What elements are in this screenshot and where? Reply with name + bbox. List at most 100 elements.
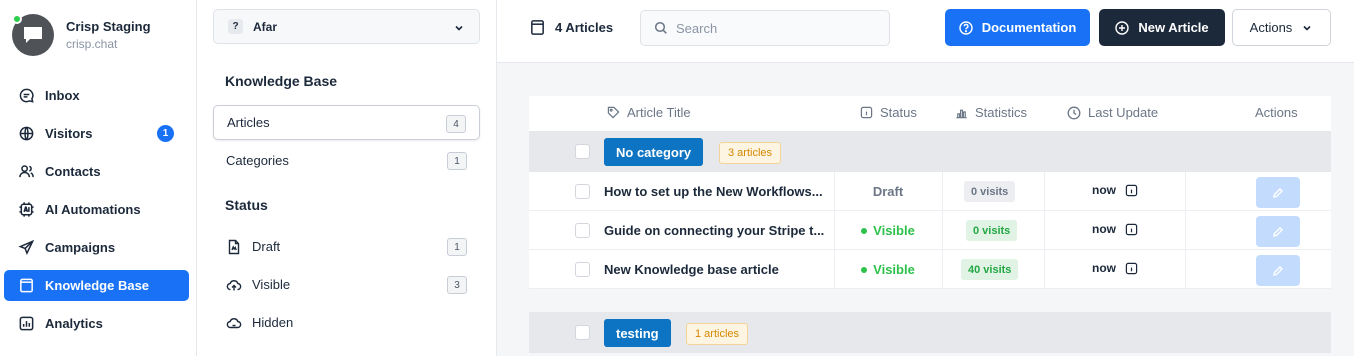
table-row[interactable]: New Knowledge base article Visible 40 vi… <box>529 250 1331 289</box>
language-select[interactable]: ? Afar <box>213 9 480 44</box>
actions-dropdown-button[interactable]: Actions <box>1232 9 1331 46</box>
edit-article-button[interactable] <box>1256 216 1300 247</box>
article-title[interactable]: New Knowledge base article <box>604 262 830 277</box>
info-square-icon[interactable] <box>1125 262 1138 275</box>
visitors-count-badge: 1 <box>157 125 174 142</box>
last-update: now <box>1092 222 1138 236</box>
category-tag[interactable]: testing <box>604 319 671 347</box>
nav-item-ai-automations[interactable]: AI Automations <box>4 194 189 225</box>
new-article-button[interactable]: New Article <box>1099 9 1225 46</box>
nav-item-campaigns[interactable]: Campaigns <box>4 232 189 263</box>
edit-article-button[interactable] <box>1256 255 1300 286</box>
knowledge-base-panel: ? Afar Knowledge Base Articles 4 Categor… <box>197 0 497 356</box>
nav-item-inbox[interactable]: Inbox <box>4 80 189 111</box>
panel-item-hidden[interactable]: Hidden <box>213 305 480 340</box>
table-header: Article Title Status Statistics Last Upd… <box>529 96 1331 131</box>
panel-item-label: Visible <box>252 277 291 292</box>
panel-item-articles[interactable]: Articles 4 <box>213 105 480 140</box>
cloud-hidden-icon <box>226 317 242 328</box>
panel-item-label: Categories <box>226 153 289 168</box>
category-article-count: 3 articles <box>719 142 782 164</box>
send-icon <box>18 239 35 256</box>
panel-item-label: Hidden <box>252 315 294 330</box>
panel-item-draft[interactable]: Draft 1 <box>213 229 480 264</box>
search-icon <box>654 21 667 34</box>
book-icon <box>20 278 33 293</box>
article-title[interactable]: Guide on connecting your Stripe t... <box>604 223 830 238</box>
row-checkbox[interactable] <box>575 223 590 238</box>
articles-count-label: 4 Articles <box>555 20 614 35</box>
nav-label: Contacts <box>45 164 101 179</box>
status-label: Visible <box>873 262 915 277</box>
workspace-switcher[interactable]: Crisp Staging crisp.chat <box>12 14 151 56</box>
language-flag-icon: ? <box>228 19 243 34</box>
workspace-name: Crisp Staging <box>66 19 151 34</box>
nav-label: AI Automations <box>45 202 141 217</box>
category-article-count: 1 articles <box>686 323 749 345</box>
category-group-header: testing 1 articles <box>529 312 1331 353</box>
nav-item-knowledge-base[interactable]: Knowledge Base <box>4 270 189 301</box>
status-visible: Visible <box>835 211 941 250</box>
visible-dot <box>861 227 868 234</box>
book-icon <box>531 20 544 35</box>
globe-icon <box>19 126 34 141</box>
group-checkbox[interactable] <box>575 325 590 340</box>
nav-item-contacts[interactable]: Contacts <box>4 156 189 187</box>
help-circle-icon <box>958 20 973 35</box>
search-input[interactable]: Search <box>640 10 890 46</box>
file-draft-icon <box>228 239 240 254</box>
col-last-update[interactable]: Last Update <box>1067 105 1158 120</box>
documentation-button[interactable]: Documentation <box>945 9 1090 46</box>
column-divider <box>1044 250 1045 289</box>
col-label: Status <box>880 105 917 120</box>
column-divider <box>1185 250 1186 289</box>
edit-article-button[interactable] <box>1256 177 1300 208</box>
cloud-upload-icon <box>226 279 242 290</box>
table-row[interactable]: Guide on connecting your Stripe t... Vis… <box>529 211 1331 250</box>
row-checkbox[interactable] <box>575 184 590 199</box>
info-square-icon[interactable] <box>1125 223 1138 236</box>
chat-bubble-icon <box>24 27 42 43</box>
article-title[interactable]: How to set up the New Workflows... <box>604 184 830 199</box>
table-row[interactable]: How to set up the New Workflows... Draft… <box>529 172 1331 211</box>
online-status-dot <box>12 14 22 24</box>
column-divider <box>942 250 943 289</box>
nav-label: Knowledge Base <box>45 278 150 293</box>
info-square-icon <box>860 106 873 119</box>
group-checkbox[interactable] <box>575 144 590 159</box>
panel-item-label: Draft <box>252 239 281 254</box>
clock-icon <box>1067 106 1081 119</box>
language-label: Afar <box>253 19 278 34</box>
nav-item-analytics[interactable]: Analytics <box>4 308 189 339</box>
pencil-icon <box>1273 187 1283 198</box>
update-time: now <box>1092 222 1116 236</box>
draft-count: 1 <box>447 238 467 256</box>
chevron-down-icon <box>455 25 463 31</box>
col-label: Statistics <box>975 105 1028 120</box>
update-time: now <box>1092 183 1116 197</box>
nav-item-visitors[interactable]: Visitors 1 <box>4 118 189 149</box>
panel-item-categories[interactable]: Categories 1 <box>213 143 480 178</box>
visits-badge: 0 visits <box>964 181 1016 202</box>
col-label: Article Title <box>627 105 691 120</box>
update-time: now <box>1092 261 1116 275</box>
category-tag[interactable]: No category <box>604 138 704 166</box>
col-status[interactable]: Status <box>860 105 917 120</box>
panel-item-label: Articles <box>227 115 270 130</box>
chevron-down-icon <box>1303 25 1311 31</box>
last-update: now <box>1092 183 1138 197</box>
contacts-icon <box>19 165 34 178</box>
column-divider <box>942 211 943 250</box>
col-actions: Actions <box>1255 105 1298 120</box>
col-label: Actions <box>1255 105 1298 120</box>
info-square-icon[interactable] <box>1125 184 1138 197</box>
row-checkbox[interactable] <box>575 262 590 277</box>
col-article-title[interactable]: Article Title <box>607 105 691 120</box>
column-divider <box>942 172 943 211</box>
visible-count: 3 <box>447 276 467 294</box>
col-statistics[interactable]: Statistics <box>955 105 1027 120</box>
panel-item-visible[interactable]: Visible 3 <box>213 267 480 302</box>
status-label: Visible <box>873 223 915 238</box>
category-group-header: No category 3 articles <box>529 131 1331 172</box>
search-placeholder: Search <box>676 20 718 36</box>
